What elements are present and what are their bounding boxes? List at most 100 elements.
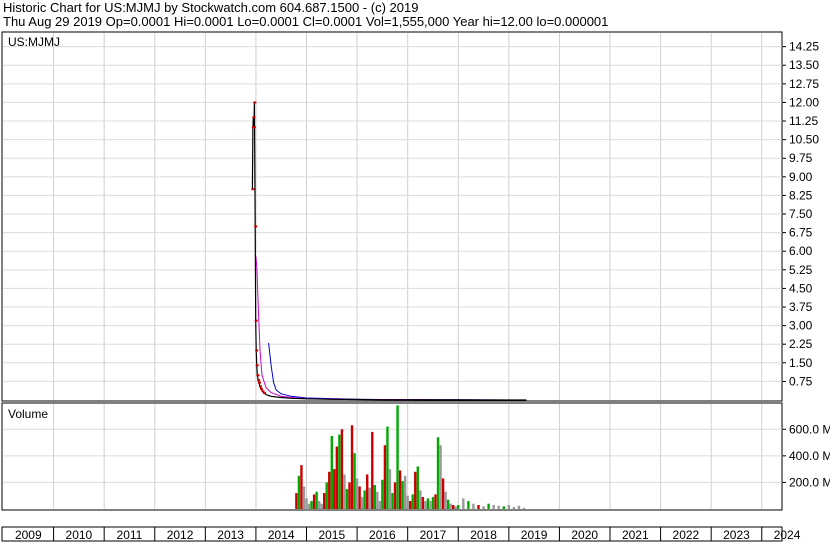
year-label: 2011 xyxy=(117,528,143,542)
volume-bar xyxy=(383,445,387,509)
volume-bar xyxy=(414,471,417,509)
volume-bar xyxy=(512,507,516,509)
volume-bar xyxy=(502,506,505,509)
price-tick-label: 12.00 xyxy=(789,95,819,109)
price-tick-label: 2.25 xyxy=(789,337,813,351)
volume-bar xyxy=(457,505,460,509)
volume-bar xyxy=(378,501,382,509)
volume-bar xyxy=(371,431,374,509)
volume-bar xyxy=(492,505,495,509)
volume-bar xyxy=(431,497,435,509)
year-label: 2021 xyxy=(622,528,649,542)
volume-bar xyxy=(333,469,336,509)
volume-bar xyxy=(439,445,442,509)
volume-bar xyxy=(444,491,447,509)
price-panel-title: US:MJMJ xyxy=(8,35,60,49)
volume-bar xyxy=(411,494,414,509)
volume-bar xyxy=(391,493,394,509)
volume-bar xyxy=(325,482,328,509)
volume-panel-title: Volume xyxy=(8,407,48,421)
volume-bar xyxy=(345,489,349,509)
volume-bar xyxy=(315,491,318,509)
volume-bar xyxy=(355,478,359,509)
price-bar-mark xyxy=(258,385,262,388)
volume-bar xyxy=(348,482,351,509)
year-label: 2022 xyxy=(673,528,700,542)
year-axis: 2009 2010 2011 2012 2013 2014 2015 2016 2017 2018… xyxy=(1,526,801,542)
year-label: 2017 xyxy=(420,528,447,542)
volume-tick-label: 200.0 M xyxy=(789,475,830,489)
volume-bar xyxy=(517,505,521,509)
volume-bar xyxy=(388,469,392,509)
price-bar-mark xyxy=(254,225,258,228)
volume-bar xyxy=(477,505,480,509)
volume-bar xyxy=(398,470,402,509)
year-label: 2016 xyxy=(369,528,396,542)
volume-bar xyxy=(454,506,457,509)
volume-bar xyxy=(441,478,445,509)
volume-bar xyxy=(409,501,412,509)
year-label: 2015 xyxy=(318,528,345,542)
volume-bar xyxy=(363,490,366,509)
price-bar-mark xyxy=(254,319,258,322)
volume-bar xyxy=(507,505,511,509)
price-tick-label: 11.25 xyxy=(789,114,818,128)
volume-bar xyxy=(330,435,333,509)
volume-bar xyxy=(401,481,404,509)
volume-bar xyxy=(353,453,356,509)
price-bar-mark xyxy=(257,381,261,384)
year-label: 2013 xyxy=(217,528,244,542)
year-label: 2009 xyxy=(15,528,42,542)
year-label: 2014 xyxy=(268,528,295,542)
year-label: 2023 xyxy=(723,528,750,542)
volume-bar xyxy=(358,486,361,509)
volume-bar xyxy=(317,501,321,509)
price-tick-label: 3.00 xyxy=(789,319,813,333)
year-label: 2019 xyxy=(521,528,548,542)
price-tick-label: 7.50 xyxy=(789,207,813,221)
volume-bar xyxy=(522,507,526,509)
price-bar-mark xyxy=(255,349,259,352)
volume-bar xyxy=(416,466,419,509)
price-bar-mark xyxy=(261,390,265,393)
volume-bar xyxy=(429,501,432,509)
volume-bar xyxy=(376,491,379,509)
volume-bar xyxy=(449,503,452,509)
volume-bar xyxy=(368,487,371,509)
volume-axis: 600.0 M 400.0 M 200.0 M xyxy=(782,422,830,489)
price-panel xyxy=(1,31,783,402)
volume-bar xyxy=(302,486,306,509)
volume-bar xyxy=(343,474,346,509)
volume-bar xyxy=(340,429,344,509)
year-label: 2010 xyxy=(66,528,93,542)
volume-bar xyxy=(338,434,341,509)
volume-bar xyxy=(497,505,500,509)
volume-bar xyxy=(396,405,399,509)
price-tick-label: 1.50 xyxy=(789,356,813,370)
volume-tick-label: 600.0 M xyxy=(789,422,830,436)
volume-bar xyxy=(328,471,331,509)
volume-bar xyxy=(487,503,490,509)
price-bar-mark xyxy=(257,379,261,382)
volume-bar xyxy=(436,437,440,509)
volume-bar xyxy=(467,501,470,509)
volume-bar xyxy=(406,495,409,509)
volume-bar xyxy=(426,498,430,509)
volume-bar xyxy=(373,485,376,509)
volume-bar xyxy=(350,425,354,509)
volume-bar xyxy=(452,505,455,509)
volume-bar xyxy=(305,498,308,509)
price-bar-mark xyxy=(252,126,256,129)
year-label: 2024 xyxy=(774,528,801,542)
volume-bar xyxy=(295,493,298,509)
price-tick-label: 6.00 xyxy=(789,244,813,258)
price-tick-label: 9.00 xyxy=(789,170,813,184)
price-tick-label: 5.25 xyxy=(789,263,813,277)
price-bar-mark xyxy=(253,101,257,104)
year-label: 2018 xyxy=(470,528,497,542)
volume-bar xyxy=(482,506,485,509)
volume-bar xyxy=(307,503,311,509)
volume-bar xyxy=(403,475,407,509)
volume-bar xyxy=(297,475,301,509)
volume-bar xyxy=(310,501,313,509)
